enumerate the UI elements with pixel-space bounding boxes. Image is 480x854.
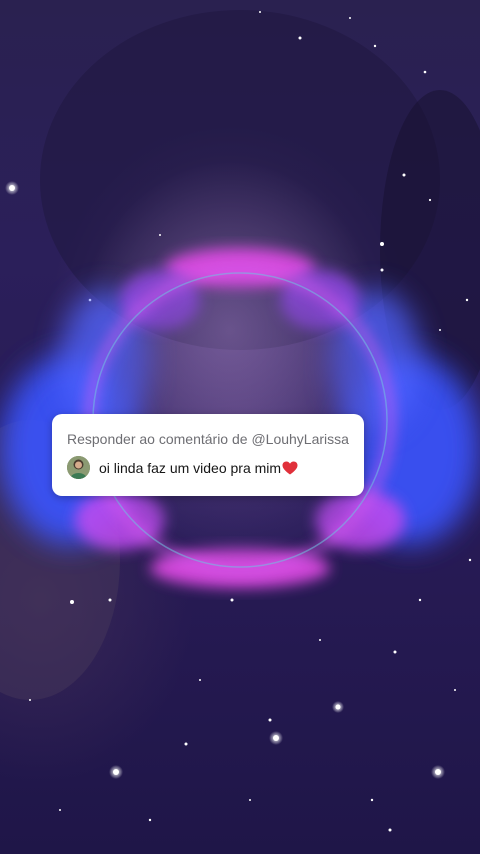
heart-icon [282,461,298,475]
comment-text: oi linda faz um video pra mim [99,459,298,477]
comment-text-value: oi linda faz um video pra mim [99,459,282,476]
video-screen[interactable]: Responder ao comentário de @LouhyLarissa… [0,0,480,854]
avatar [67,456,90,479]
comment-reply-card[interactable]: Responder ao comentário de @LouhyLarissa… [52,414,364,496]
reply-header: Responder ao comentário de @LouhyLarissa [67,431,349,447]
reply-comment-row: oi linda faz um video pra mim [67,456,350,479]
